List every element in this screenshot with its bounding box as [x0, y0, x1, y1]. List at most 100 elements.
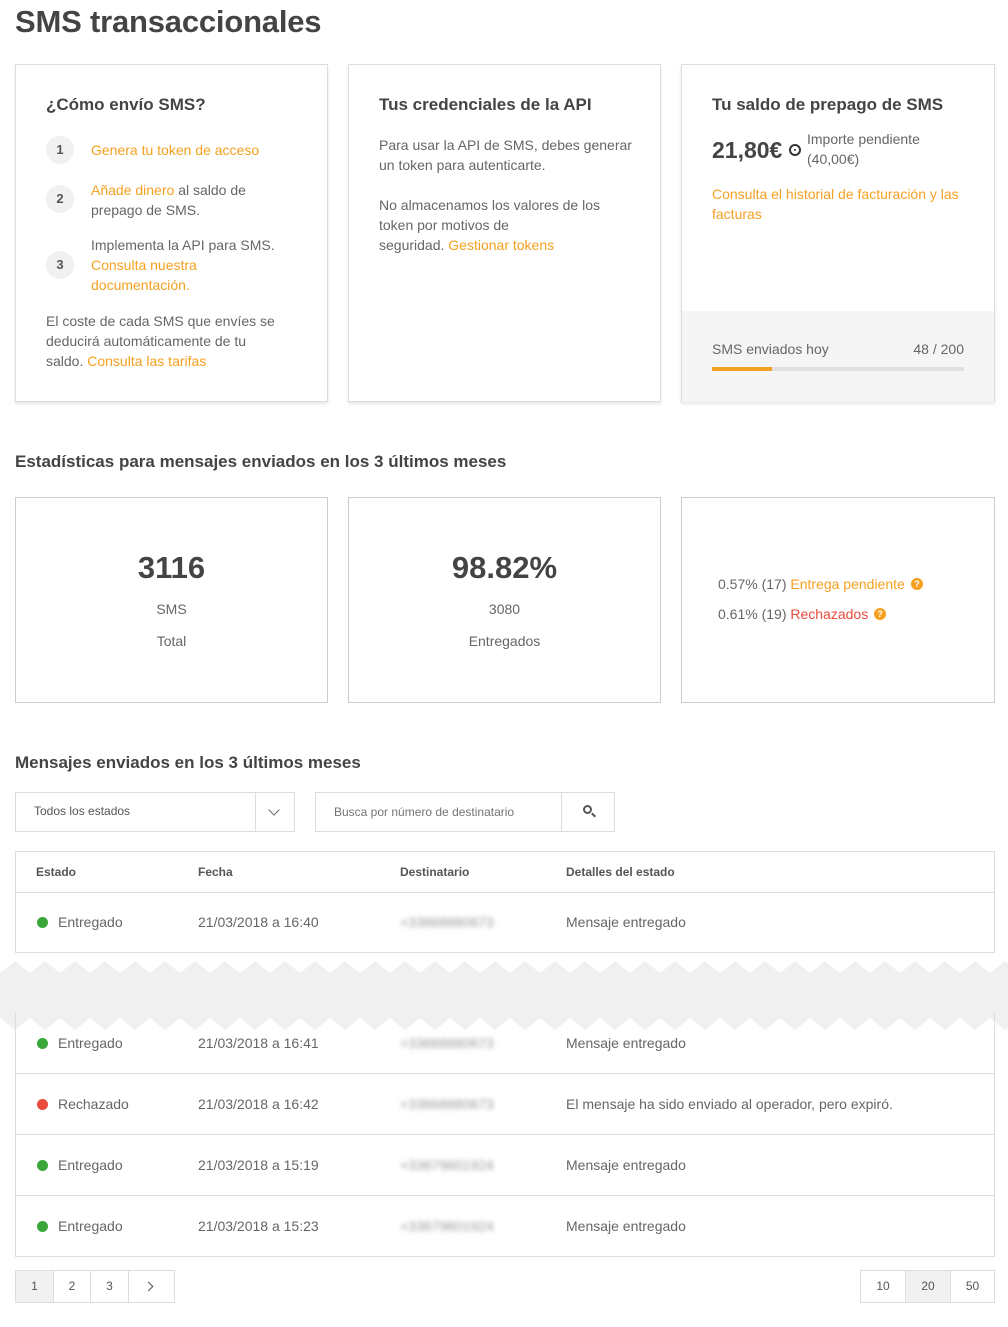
row-details: Mensaje entregado: [566, 914, 686, 930]
table-row[interactable]: Entregado 21/03/2018 a 16:40 +3366888067…: [15, 892, 995, 953]
step-number: 1: [46, 136, 74, 164]
recipient-search-input[interactable]: [316, 793, 561, 831]
billing-history-link-cont[interactable]: facturas: [712, 206, 762, 222]
row-details: El mensaje ha sido enviado al operador, …: [566, 1096, 893, 1112]
row-recipient: +33668880673: [400, 1035, 494, 1051]
table-row[interactable]: Entregado 21/03/2018 a 15:23 +3367960192…: [15, 1196, 995, 1257]
col-details: Detalles del estado: [566, 865, 675, 879]
credentials-text: un token para autenticarte.: [379, 157, 546, 173]
rates-link[interactable]: Consulta las tarifas: [87, 353, 206, 369]
pending-value: (40,00€): [807, 151, 860, 167]
row-date: 21/03/2018 a 15:23: [198, 1218, 319, 1234]
chevron-right-icon: [143, 1281, 154, 1292]
status-dot: [37, 1099, 48, 1110]
total-label: Total: [156, 633, 187, 649]
pending-percent: 0.57% (17): [718, 576, 787, 592]
note-text: saldo.: [46, 353, 84, 369]
stat-other: 0.57% (17) Entrega pendiente ? 0.61% (19…: [681, 497, 995, 703]
col-date: Fecha: [198, 865, 233, 879]
stats-title: Estadísticas para mensajes enviados en l…: [15, 452, 507, 471]
docs-link-cont[interactable]: documentación.: [91, 277, 190, 293]
credentials-text: seguridad.: [379, 237, 445, 253]
row-date: 21/03/2018 a 16:42: [198, 1096, 319, 1112]
row-status: Entregado: [58, 914, 123, 930]
col-recipient: Destinatario: [400, 865, 470, 879]
how-to-card: ¿Cómo envío SMS? 1 Genera tu token de ac…: [15, 64, 328, 402]
step-number: 2: [46, 185, 74, 213]
pending-delivery-label: Entrega pendiente: [790, 576, 905, 592]
delivered-percent: 98.82%: [451, 550, 558, 585]
delivered-label: Entregados: [468, 633, 541, 649]
generate-token-link[interactable]: Genera tu token de acceso: [91, 142, 259, 158]
stat-total: 3116 SMS Total: [15, 497, 328, 703]
total-value: 3116: [137, 550, 206, 585]
billing-history-link[interactable]: Consulta el historial de facturación y l…: [712, 186, 959, 202]
status-dot: [37, 917, 48, 928]
row-date: 21/03/2018 a 16:41: [198, 1035, 319, 1051]
page-title: SMS transaccionales: [15, 4, 322, 39]
page-size-50[interactable]: 50: [951, 1271, 994, 1302]
row-status: Entregado: [58, 1218, 123, 1234]
recipient-search: [315, 792, 615, 832]
credentials-text: No almacenamos los valores de los: [379, 197, 600, 213]
pending-label: Importe pendiente: [807, 131, 920, 147]
total-unit: SMS: [156, 601, 187, 617]
page-size-10[interactable]: 10: [861, 1271, 906, 1302]
page-size-20[interactable]: 20: [906, 1271, 951, 1302]
stat-delivered: 98.82% 3080 Entregados: [348, 497, 661, 703]
status-dot: [37, 1221, 48, 1232]
row-recipient: +33679601924: [400, 1157, 494, 1173]
note-text: deducirá automáticamente de tu: [46, 333, 247, 349]
status-filter-value: Todos los estados: [34, 804, 131, 818]
credentials-text: token por motivos de: [379, 217, 509, 233]
credentials-card: Tus credenciales de la API Para usar la …: [348, 64, 661, 402]
balance-card: Tu saldo de prepago de SMS 21,80€ Import…: [681, 64, 995, 402]
sent-today-label: SMS enviados hoy: [712, 341, 829, 357]
row-details: Mensaje entregado: [566, 1035, 686, 1051]
messages-table-header: Estado Fecha Destinatario Detalles del e…: [15, 851, 995, 893]
step-text: Implementa la API para SMS.: [91, 237, 275, 253]
docs-link[interactable]: Consulta nuestra: [91, 257, 197, 273]
page-size-selector: 10 20 50: [860, 1270, 995, 1303]
sent-today-panel: SMS enviados hoy 48 / 200: [682, 311, 994, 402]
page-2-button[interactable]: 2: [54, 1271, 91, 1302]
manage-tokens-link[interactable]: Gestionar tokens: [448, 237, 554, 253]
rejected-percent: 0.61% (19): [718, 606, 787, 622]
row-details: Mensaje entregado: [566, 1218, 686, 1234]
row-status: Entregado: [58, 1157, 123, 1173]
add-money-link[interactable]: Añade dinero: [91, 182, 174, 198]
status-dot: [37, 1038, 48, 1049]
messages-title: Mensajes enviados en los 3 últimos meses: [15, 753, 361, 772]
row-status: Entregado: [58, 1035, 123, 1051]
sent-today-value: 48 / 200: [913, 341, 964, 357]
table-row[interactable]: Entregado 21/03/2018 a 15:19 +3367960192…: [15, 1135, 995, 1196]
page-3-button[interactable]: 3: [91, 1271, 129, 1302]
help-icon[interactable]: ?: [874, 608, 886, 620]
sent-today-progress: [712, 367, 964, 371]
search-icon[interactable]: [583, 805, 597, 819]
status-dot: [37, 1160, 48, 1171]
note-text: El coste de cada SMS que envíes se: [46, 313, 275, 329]
sent-today-progress-fill: [712, 367, 773, 371]
status-filter-select[interactable]: Todos los estados: [15, 792, 295, 832]
step-number: 3: [46, 251, 74, 279]
help-icon[interactable]: ?: [911, 578, 923, 590]
credentials-title: Tus credenciales de la API: [379, 95, 592, 114]
credentials-text: Para usar la API de SMS, debes generar: [379, 137, 632, 153]
next-page-button[interactable]: [129, 1271, 174, 1302]
row-status: Rechazado: [58, 1096, 129, 1112]
row-recipient: +33668880673: [400, 914, 494, 930]
row-recipient: +33668880673: [400, 1096, 494, 1112]
step-text: prepago de SMS.: [91, 202, 200, 218]
pagination: 1 2 3: [15, 1270, 175, 1303]
balance-title: Tu saldo de prepago de SMS: [712, 95, 944, 114]
page-1-button[interactable]: 1: [16, 1271, 54, 1302]
chevron-down-icon[interactable]: [268, 804, 280, 816]
delivered-count: 3080: [488, 601, 521, 617]
row-details: Mensaje entregado: [566, 1157, 686, 1173]
col-status: Estado: [36, 865, 77, 879]
table-row[interactable]: Entregado 21/03/2018 a 16:41 +3366888067…: [15, 1013, 995, 1074]
table-row[interactable]: Rechazado 21/03/2018 a 16:42 +3366888067…: [15, 1074, 995, 1135]
balance-amount: 21,80€: [712, 137, 783, 163]
clock-icon: [789, 144, 801, 156]
